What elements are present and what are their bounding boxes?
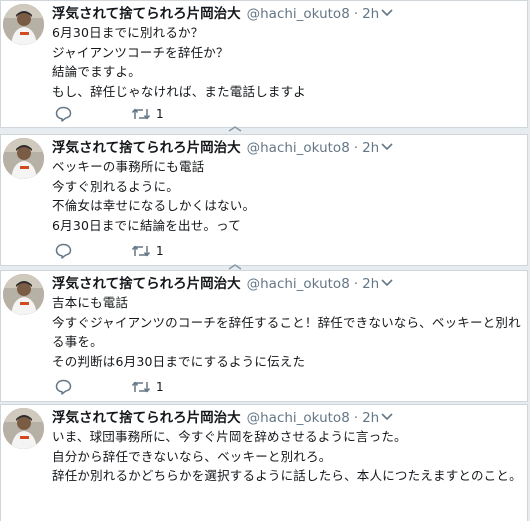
tweet-header: 浮気されて捨てられろ片岡治大 @hachi_okuto8 · 2h <box>52 275 379 293</box>
chevron-down-icon[interactable] <box>381 8 393 18</box>
reply-icon[interactable] <box>55 243 72 259</box>
avatar[interactable] <box>3 274 44 315</box>
display-name[interactable]: 浮気されて捨てられろ片岡治大 <box>52 276 241 292</box>
user-handle[interactable]: @hachi_okuto8 <box>247 276 350 292</box>
avatar[interactable] <box>3 138 44 179</box>
chevron-down-icon[interactable] <box>381 142 393 152</box>
avatar[interactable] <box>3 408 44 449</box>
tweet-header: 浮気されて捨てられろ片岡治大 @hachi_okuto8 · 2h <box>52 409 379 427</box>
timestamp[interactable]: 2h <box>362 410 379 426</box>
tweet-header: 浮気されて捨てられろ片岡治大 @hachi_okuto8 · 2h <box>52 5 379 23</box>
tweet-header: 浮気されて捨てられろ片岡治大 @hachi_okuto8 · 2h <box>52 139 379 157</box>
retweet-icon[interactable] <box>131 379 151 395</box>
tweet-text: 6月30日までに別れるか？ ジャイアンツコーチを辞任か？ 結論でますよ。 もし、… <box>52 25 307 99</box>
chevron-down-icon[interactable] <box>381 278 393 288</box>
retweet-icon[interactable] <box>131 243 151 259</box>
retweet-count: 1 <box>156 244 164 258</box>
tweet-text: いま、球団事務所に、今すぐ片岡を辞めさせるように言った。 自分から辞任できないな… <box>52 429 522 484</box>
separator-dot: · <box>353 6 359 22</box>
user-handle[interactable]: @hachi_okuto8 <box>247 140 350 156</box>
reply-icon[interactable] <box>55 379 72 395</box>
reply-icon[interactable] <box>55 106 72 122</box>
timestamp[interactable]: 2h <box>362 276 379 292</box>
display-name[interactable]: 浮気されて捨てられろ片岡治大 <box>52 410 241 426</box>
tweet-card[interactable]: 浮気されて捨てられろ片岡治大 @hachi_okuto8 · 2h いま、球団事務所に… <box>0 404 528 521</box>
separator-dot: · <box>353 410 359 426</box>
separator-dot: · <box>353 276 359 292</box>
tweet-feed: 浮気されて捨てられろ片岡治大 @hachi_okuto8 · 2h 6月30日までに別… <box>0 0 530 521</box>
tweet-text: 吉本にも電話 今すぐジャイアンツのコーチを辞任すること！辞任できないなら、ベッキ… <box>52 295 521 369</box>
retweet-count: 1 <box>156 107 164 121</box>
display-name[interactable]: 浮気されて捨てられろ片岡治大 <box>52 6 241 22</box>
tweet-card[interactable]: 浮気されて捨てられろ片岡治大 @hachi_okuto8 · 2h 6月30日までに別… <box>0 0 528 132</box>
user-handle[interactable]: @hachi_okuto8 <box>247 410 350 426</box>
tweet-card[interactable]: 浮気されて捨てられろ片岡治大 @hachi_okuto8 · 2h 吉本にも電話 今す… <box>0 270 528 402</box>
tweet-card[interactable]: 浮気されて捨てられろ片岡治大 @hachi_okuto8 · 2h ベッキーの事務所に… <box>0 134 528 270</box>
display-name[interactable]: 浮気されて捨てられろ片岡治大 <box>52 140 241 156</box>
tweet-text: ベッキーの事務所にも電話 今すぐ別れるように。 不倫女は幸せになるしかくはない。… <box>52 159 256 233</box>
avatar[interactable] <box>3 4 44 45</box>
retweet-icon[interactable] <box>131 106 151 122</box>
expand-chevron-icon[interactable] <box>228 126 242 132</box>
user-handle[interactable]: @hachi_okuto8 <box>247 6 350 22</box>
timestamp[interactable]: 2h <box>362 140 379 156</box>
separator-dot: · <box>353 140 359 156</box>
timestamp[interactable]: 2h <box>362 6 379 22</box>
chevron-down-icon[interactable] <box>381 412 393 422</box>
retweet-count: 1 <box>156 380 164 394</box>
